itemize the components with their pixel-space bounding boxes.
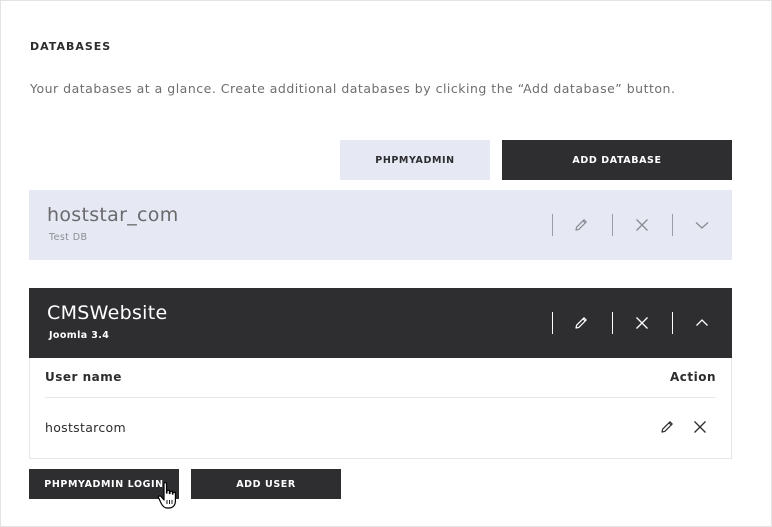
- column-header-action: Action: [669, 370, 716, 384]
- separator: [672, 214, 673, 236]
- section-title: DATABASES: [30, 40, 112, 53]
- close-icon[interactable]: [632, 313, 652, 333]
- chevron-up-icon[interactable]: [692, 313, 712, 333]
- separator: [552, 312, 553, 334]
- separator: [672, 312, 673, 334]
- add-database-button[interactable]: ADD DATABASE: [502, 140, 732, 180]
- chevron-down-icon[interactable]: [692, 215, 712, 235]
- database-description: Test DB: [49, 232, 88, 243]
- pencil-icon[interactable]: [571, 215, 591, 235]
- database-name: CMSWebsite: [47, 302, 168, 324]
- database-row-cmswebsite[interactable]: CMSWebsite Joomla 3.4: [29, 288, 732, 358]
- table-divider: [45, 397, 716, 398]
- username-cell: hoststarcom: [45, 420, 126, 435]
- database-row-hoststar-com[interactable]: hoststar_com Test DB: [29, 190, 732, 260]
- database-description: Joomla 3.4: [49, 330, 110, 341]
- close-icon[interactable]: [690, 417, 710, 437]
- pencil-icon[interactable]: [571, 313, 591, 333]
- separator: [552, 214, 553, 236]
- phpmyadmin-login-button[interactable]: PHPMYADMIN LOGIN: [29, 469, 179, 499]
- add-user-button[interactable]: ADD USER: [191, 469, 341, 499]
- separator: [612, 214, 613, 236]
- column-header-username: User name: [45, 370, 122, 384]
- database-name: hoststar_com: [47, 204, 179, 226]
- phpmyadmin-button[interactable]: PHPMYADMIN: [340, 140, 490, 180]
- section-description: Your databases at a glance. Create addit…: [30, 81, 676, 96]
- close-icon[interactable]: [632, 215, 652, 235]
- database-users-panel: User name Action hoststarcom: [29, 358, 732, 459]
- pencil-icon[interactable]: [657, 417, 677, 437]
- separator: [612, 312, 613, 334]
